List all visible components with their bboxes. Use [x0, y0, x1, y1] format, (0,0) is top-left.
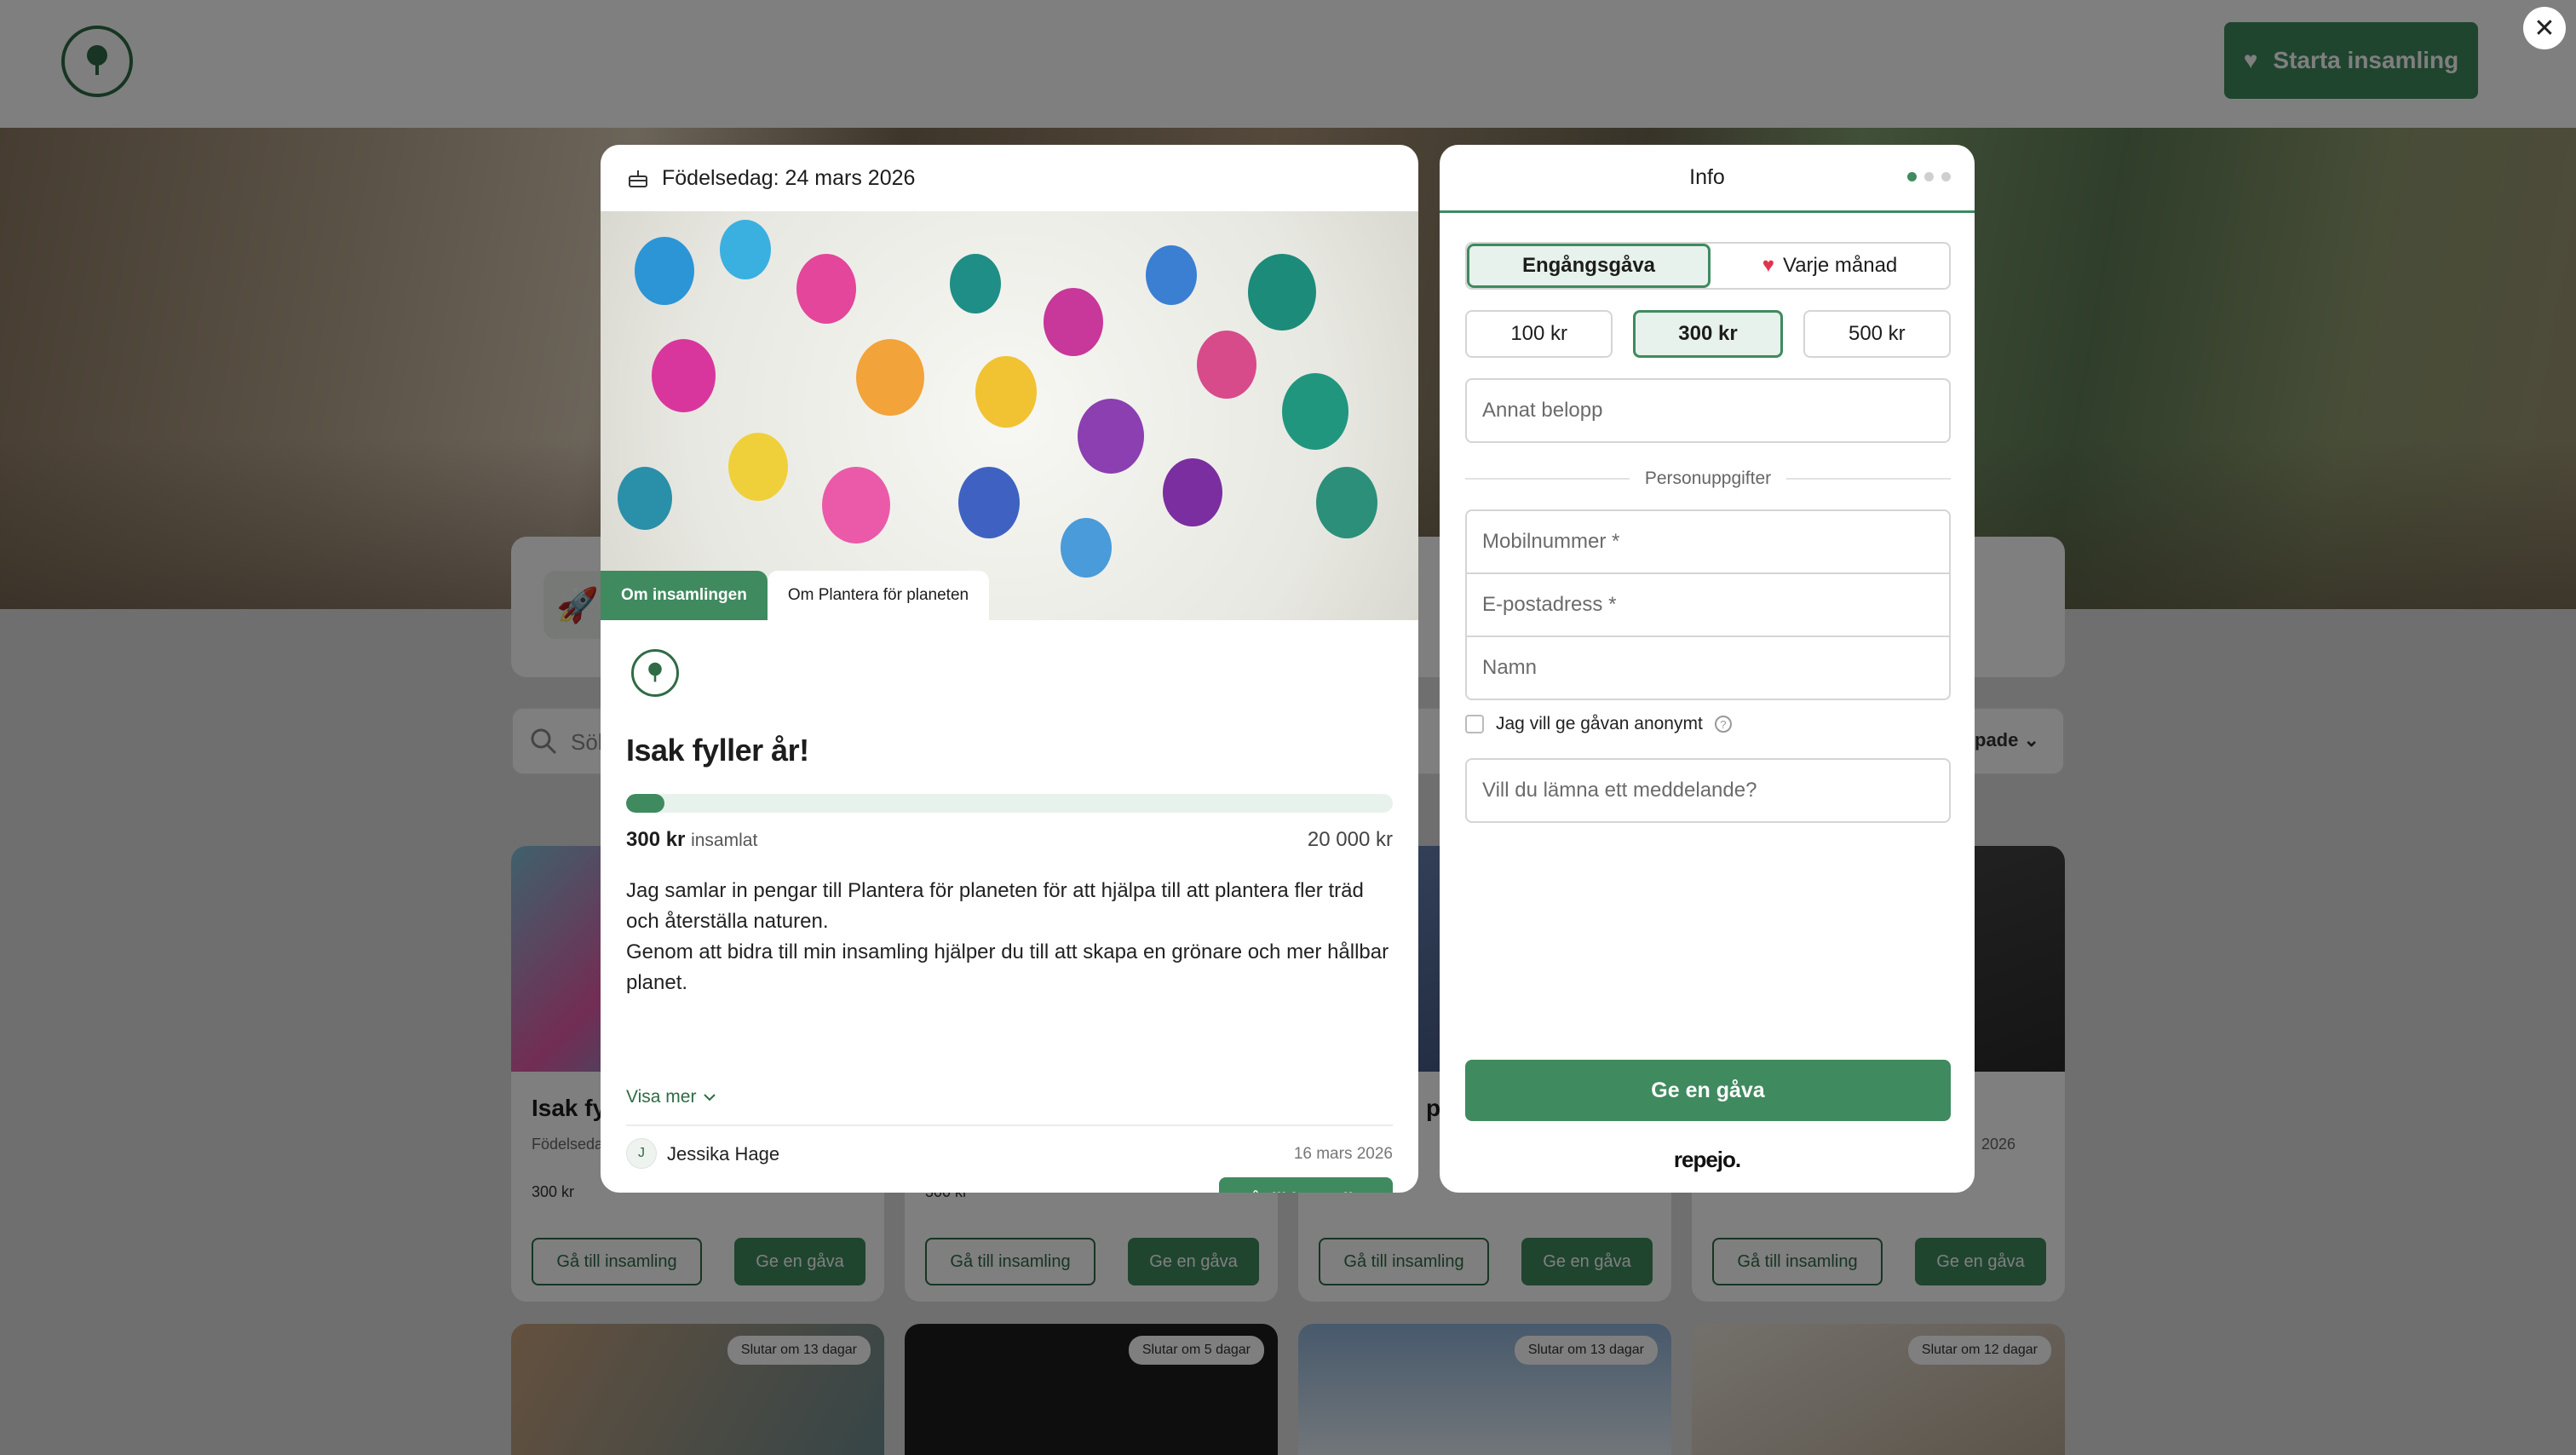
amount-100-button[interactable]: 100 kr: [1465, 310, 1613, 358]
campaign-title: Isak fyller år!: [626, 733, 809, 768]
heart-icon: ♥: [1762, 254, 1774, 277]
monthly-gift-option[interactable]: ♥ Varje månad: [1711, 244, 1949, 288]
occasion-date: Födelsedag: 24 mars 2026: [662, 165, 916, 190]
name-input[interactable]: [1465, 635, 1951, 700]
published-date: 16 mars 2026: [1293, 1145, 1393, 1163]
author-name: Jessika Hage: [667, 1143, 780, 1165]
chevron-down-icon: [704, 1094, 716, 1101]
other-amount-input[interactable]: [1465, 378, 1951, 443]
go-to-fundraiser-button[interactable]: Gå till insamling: [1219, 1177, 1393, 1193]
donation-modal: Info Engångsgåva ♥ Varje månad 100 kr 30…: [1440, 145, 1975, 1193]
close-icon[interactable]: ✕: [2523, 7, 2566, 49]
email-input[interactable]: [1465, 572, 1951, 637]
campaign-header: Födelsedag: 24 mars 2026: [601, 145, 1418, 211]
progress-fill: [626, 794, 664, 813]
campaign-tabs: Om insamlingen Om Plantera för planeten: [601, 571, 990, 620]
step-dot: [1941, 172, 1951, 181]
donation-title: Info: [1689, 165, 1725, 189]
amount-options: 100 kr 300 kr 500 kr: [1465, 310, 1951, 358]
donation-frequency-toggle: Engångsgåva ♥ Varje månad: [1465, 242, 1951, 290]
step-dot: [1924, 172, 1934, 181]
message-input[interactable]: [1465, 758, 1951, 823]
mobile-input[interactable]: [1465, 509, 1951, 574]
tab-about-organization[interactable]: Om Plantera för planeten: [767, 571, 990, 620]
cake-icon: [629, 170, 647, 187]
amount-300-button[interactable]: 300 kr: [1633, 310, 1783, 358]
donation-header: Info: [1440, 145, 1975, 213]
progress-bar: [626, 794, 1393, 813]
step-indicator: [1907, 172, 1951, 181]
tree-icon: [648, 662, 662, 682]
raised-amount: 300 kr insamlat: [626, 828, 758, 851]
divider: [626, 1124, 1393, 1126]
tab-about-fundraiser[interactable]: Om insamlingen: [601, 571, 768, 620]
goal-amount: 20 000 kr: [1307, 828, 1393, 851]
personal-info-separator: Personuppgifter: [1465, 469, 1952, 489]
step-dot: [1907, 172, 1917, 181]
campaign-modal: Födelsedag: 24 mars 2026 Om insamlingen …: [601, 145, 1418, 1193]
anonymous-checkbox[interactable]: [1465, 715, 1484, 733]
anonymous-option: Jag vill ge gåvan anonymt ?: [1465, 714, 1732, 734]
show-more-link[interactable]: Visa mer: [626, 1087, 716, 1107]
campaign-description: Jag samlar in pengar till Plantera för p…: [626, 879, 1389, 994]
campaign-image: Om insamlingen Om Plantera för planeten: [601, 211, 1418, 620]
amount-500-button[interactable]: 500 kr: [1803, 310, 1951, 358]
help-icon[interactable]: ?: [1714, 716, 1732, 733]
organization-logo: [631, 649, 679, 697]
avatar: J: [626, 1138, 657, 1169]
one-time-gift-option[interactable]: Engångsgåva: [1467, 244, 1711, 288]
give-gift-button[interactable]: Ge en gåva: [1465, 1060, 1951, 1121]
repejo-logo: repejo.: [1673, 1147, 1741, 1172]
